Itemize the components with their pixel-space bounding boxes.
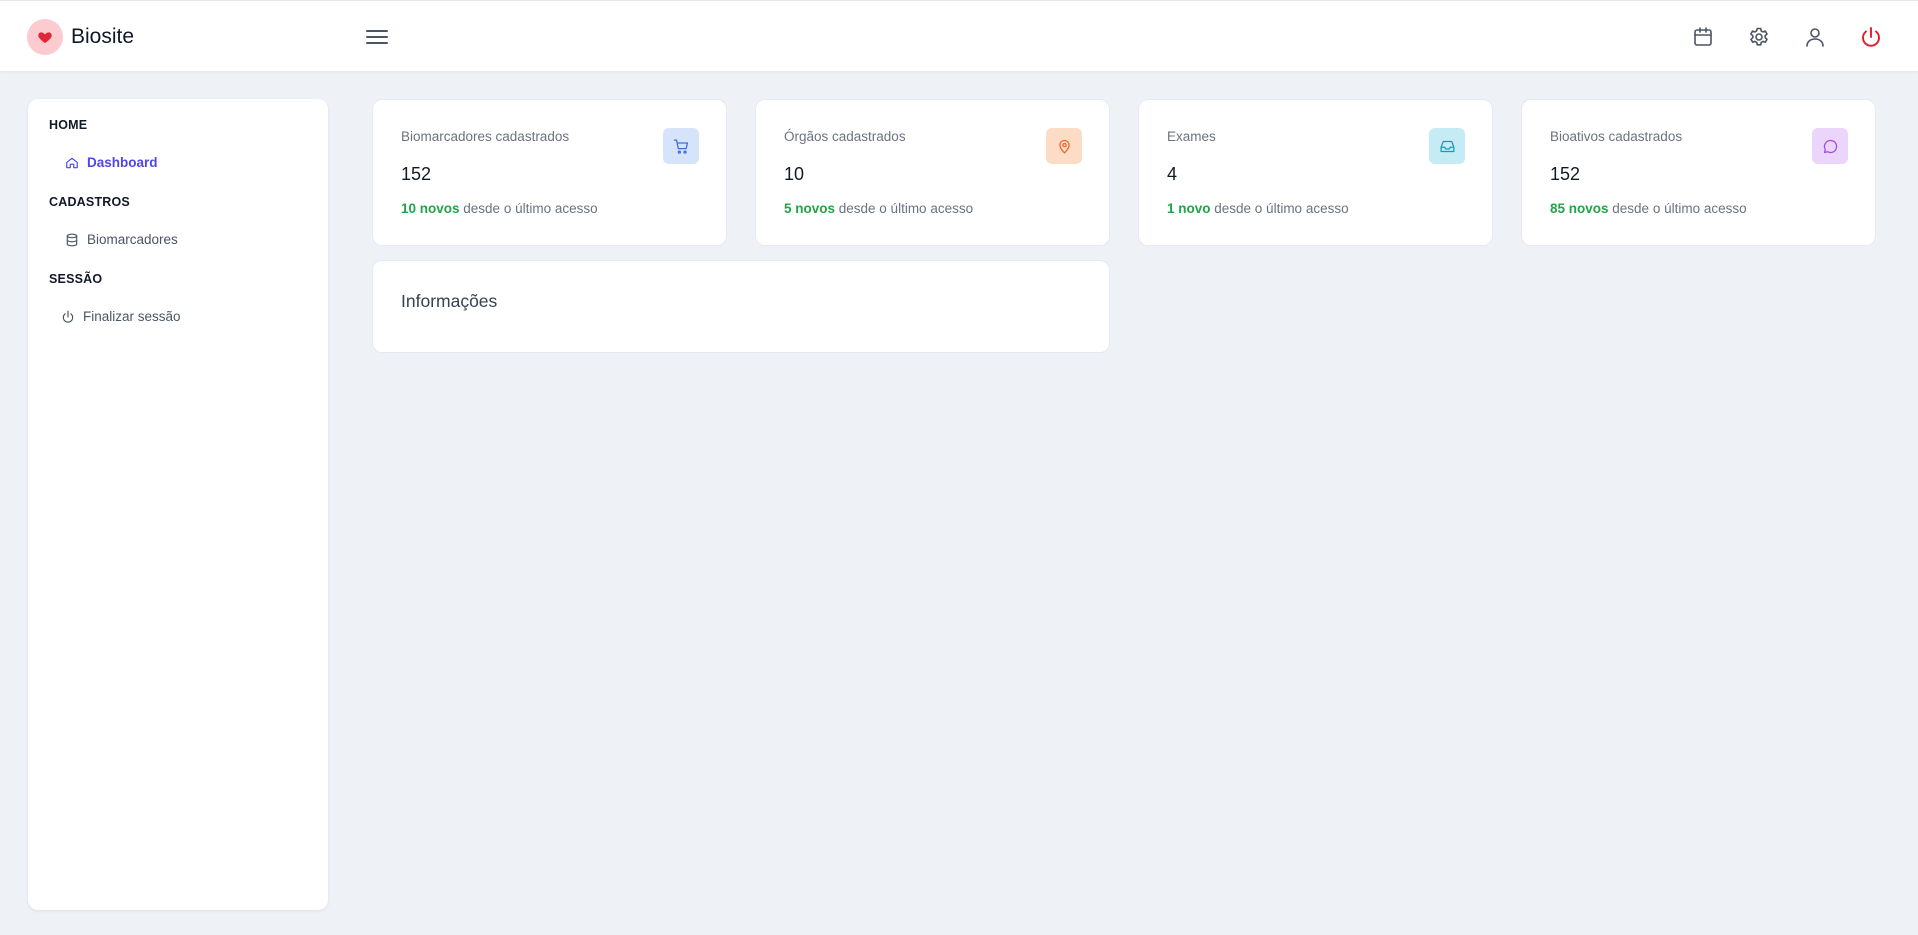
- info-card: Informações: [372, 260, 1110, 353]
- stat-footer: 5 novos desde o último acesso: [784, 201, 973, 216]
- power-icon: [62, 310, 74, 323]
- sidebar-item-label: Biomarcadores: [87, 232, 178, 247]
- sidebar-item-biomarcadores[interactable]: Biomarcadores: [65, 232, 178, 247]
- user-icon: [1806, 28, 1824, 47]
- stat-new-count: 1 novo: [1167, 201, 1211, 216]
- stat-new-count: 5 novos: [784, 201, 836, 216]
- top-bar: Biosite: [0, 0, 1918, 71]
- stat-footer: 10 novos desde o último acesso: [401, 201, 598, 216]
- stat-title: Biomarcadores cadastrados: [401, 129, 570, 144]
- stat-value: 10: [784, 164, 805, 184]
- stat-card-orgaos: Órgãos cadastrados 10 5 novos desde o úl…: [755, 99, 1110, 246]
- stat-value: 152: [1550, 164, 1581, 184]
- sidebar-section-sessao: SESSÃO: [49, 272, 103, 286]
- menu-icon: [366, 30, 388, 44]
- brand-logo[interactable]: Biosite: [27, 19, 134, 55]
- sidebar: HOME Dashboard CADASTROS Biomarcadores S…: [28, 99, 328, 910]
- menu-toggle-button[interactable]: [362, 25, 392, 49]
- stat-footer-text: desde o último acesso: [1608, 201, 1747, 216]
- sidebar-item-label: Finalizar sessão: [83, 309, 181, 324]
- stat-card-biomarcadores: Biomarcadores cadastrados 152 10 novos d…: [372, 99, 727, 246]
- map-pin-icon: [1046, 128, 1082, 164]
- stat-footer-text: desde o último acesso: [1210, 201, 1349, 216]
- stat-footer: 85 novos desde o último acesso: [1550, 201, 1747, 216]
- settings-button[interactable]: [1745, 23, 1773, 51]
- stat-title: Órgãos cadastrados: [784, 129, 906, 144]
- sidebar-item-dashboard[interactable]: Dashboard: [65, 155, 158, 170]
- stat-new-count: 10 novos: [401, 201, 460, 216]
- stat-value: 152: [401, 164, 432, 184]
- stat-footer-text: desde o último acesso: [459, 201, 598, 216]
- sidebar-item-finalizar-sessao[interactable]: Finalizar sessão: [61, 309, 181, 324]
- stat-title: Bioativos cadastrados: [1550, 129, 1683, 144]
- stat-footer-text: desde o último acesso: [835, 201, 974, 216]
- cart-icon: [663, 128, 699, 164]
- stat-card-exames: Exames 4 1 novo desde o último acesso: [1138, 99, 1493, 246]
- stat-card-bioativos: Bioativos cadastrados 152 85 novos desde…: [1521, 99, 1876, 246]
- app-name: Biosite: [71, 25, 135, 48]
- settings-icon: [1750, 27, 1768, 46]
- database-icon: [66, 233, 78, 246]
- inbox-icon: [1429, 128, 1465, 164]
- stat-value: 4: [1167, 164, 1178, 184]
- heart-icon: [27, 19, 63, 55]
- sidebar-section-cadastros: CADASTROS: [49, 195, 130, 209]
- sidebar-section-home: HOME: [49, 118, 88, 132]
- home-icon: [66, 157, 78, 168]
- stat-footer: 1 novo desde o último acesso: [1167, 201, 1349, 216]
- user-button[interactable]: [1801, 23, 1829, 51]
- calendar-icon: [1694, 27, 1712, 46]
- stat-title: Exames: [1167, 129, 1216, 144]
- info-card-title: Informações: [401, 291, 498, 311]
- message-icon: [1812, 128, 1848, 164]
- sidebar-item-label: Dashboard: [87, 155, 158, 170]
- stat-new-count: 85 novos: [1550, 201, 1609, 216]
- logout-button[interactable]: [1857, 23, 1885, 51]
- calendar-button[interactable]: [1689, 23, 1717, 51]
- power-icon: [1862, 27, 1880, 47]
